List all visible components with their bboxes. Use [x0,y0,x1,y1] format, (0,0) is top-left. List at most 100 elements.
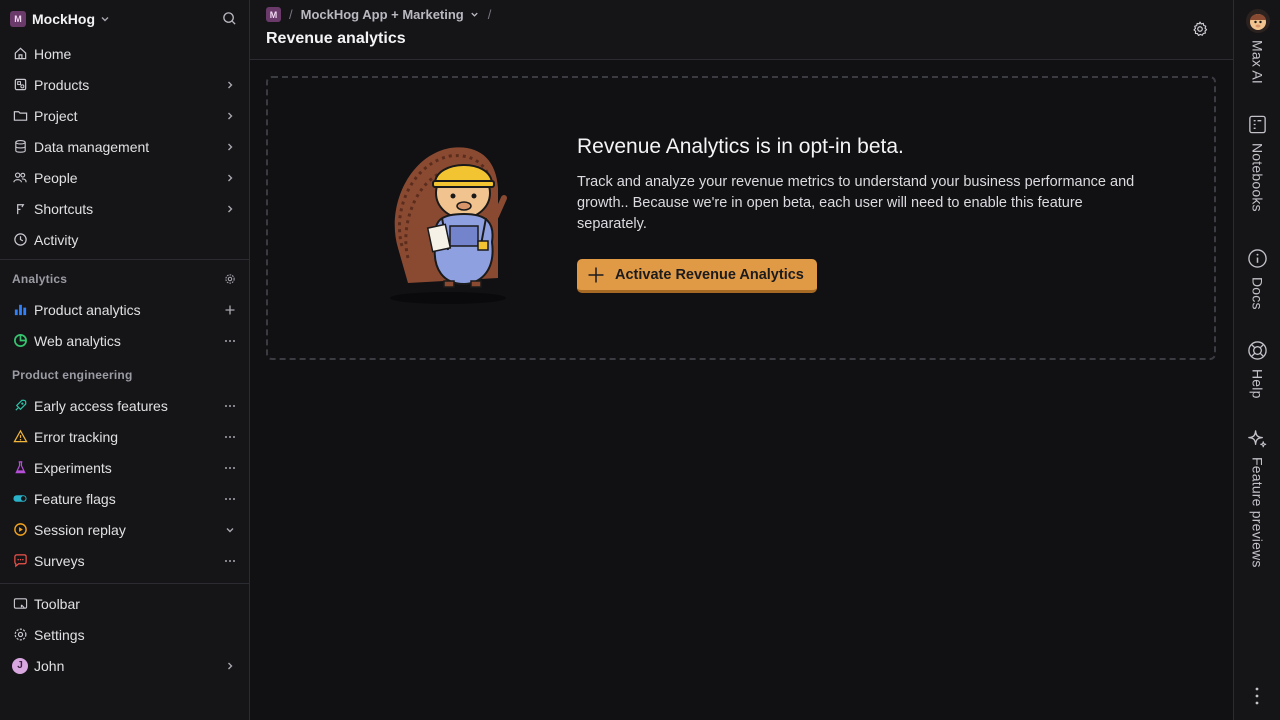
section-label: Product engineering [12,368,133,382]
rail-label: Max AI [1249,40,1266,84]
nav-settings[interactable]: Settings [0,619,249,650]
max-ai-avatar-icon [1245,9,1270,33]
right-rail: Max AI Notebooks Docs Help Feature previ… [1233,0,1280,720]
nav-label: Early access features [34,397,168,414]
more-icon[interactable] [224,400,236,412]
nav-project[interactable]: Project [0,100,249,131]
nav-early-access-features[interactable]: Early access features [0,390,249,421]
nav-label: Settings [34,626,85,643]
nav-label: Products [34,76,90,93]
nav-home[interactable]: Home [0,38,249,69]
lifebuoy-icon [1247,340,1268,361]
nav-label: Feature flags [34,490,116,507]
more-vertical-icon[interactable] [1254,686,1260,706]
gear-icon [12,627,28,643]
nav-products[interactable]: Products [0,69,249,100]
primary-nav: Home Products Project Data management Pe… [0,38,249,255]
gear-icon[interactable] [224,273,236,285]
nav-experiments[interactable]: Experiments [0,452,249,483]
hedgehog-illustration [390,147,507,304]
nav-label: Data management [34,138,150,155]
nav-feature-flags[interactable]: Feature flags [0,483,249,514]
rail-notebooks[interactable]: Notebooks [1234,114,1280,212]
nav-data-management[interactable]: Data management [0,131,249,162]
section-product-engineering: Product engineering [0,360,249,390]
nav-label: Product analytics [34,301,141,318]
org-badge: M [10,11,26,27]
nav-label: Surveys [34,552,85,569]
opt-in-description: Track and analyze your revenue metrics t… [577,174,1135,232]
rail-max-ai[interactable]: Max AI [1234,9,1280,84]
plus-icon[interactable] [224,304,236,316]
app: M MockHog Home Products Project Data man… [0,0,1280,720]
section-label: Analytics [12,272,68,286]
divider [0,259,249,260]
search-icon[interactable] [222,11,237,26]
nav-activity[interactable]: Activity [0,224,249,255]
org-switcher[interactable]: M MockHog [0,0,249,38]
warning-icon [12,429,28,445]
nav-surveys[interactable]: Surveys [0,545,249,576]
chevron-right-icon [224,110,236,122]
top-header: M / MockHog App + Marketing / Revenue an… [250,0,1233,60]
chevron-right-icon [224,141,236,153]
rail-docs[interactable]: Docs [1234,248,1280,310]
chevron-right-icon [224,172,236,184]
more-icon[interactable] [224,493,236,505]
breadcrumb: M / MockHog App + Marketing / [266,7,499,22]
avatar-wrap: J [12,657,28,674]
project-badge: M [266,7,281,22]
nav-product-analytics[interactable]: Product analytics [0,294,249,325]
rocket-icon [12,398,28,414]
nav-people[interactable]: People [0,162,249,193]
people-icon [12,170,28,186]
section-analytics: Analytics [0,264,249,294]
nav-label: Shortcuts [34,200,94,217]
more-icon[interactable] [224,431,236,443]
home-icon [12,46,28,62]
page-title: Revenue analytics [266,30,406,47]
nav-label: Error tracking [34,428,119,445]
nav-toolbar[interactable]: Toolbar [0,588,249,619]
nav-session-replay[interactable]: Session replay [0,514,249,545]
sparkle-icon [1246,428,1269,451]
pie-icon [12,333,28,349]
nav-web-analytics[interactable]: Web analytics [0,325,249,356]
nav-label: People [34,169,78,186]
more-icon[interactable] [224,462,236,474]
database-icon [12,139,28,155]
sidebar: M MockHog Home Products Project Data man… [0,0,250,720]
nav-label: Session replay [34,521,126,538]
chevron-down-icon [99,13,111,25]
more-icon[interactable] [224,335,236,347]
chevron-right-icon [224,79,236,91]
play-icon [12,522,28,538]
chevron-down-icon[interactable] [224,524,236,536]
breadcrumb-project[interactable]: MockHog App + Marketing [301,7,464,22]
nav-shortcuts[interactable]: Shortcuts [0,193,249,224]
nav-label: Toolbar [34,595,80,612]
rail-feature-previews[interactable]: Feature previews [1234,428,1280,568]
nav-label: Activity [34,231,79,248]
clock-icon [12,232,28,248]
opt-in-beta-panel: Revenue Analytics is in opt-in beta. Tra… [266,76,1216,360]
nav-user-john[interactable]: J John [0,650,249,681]
chat-icon [12,553,28,569]
more-icon[interactable] [224,555,236,567]
activate-revenue-analytics-button[interactable]: Activate Revenue Analytics [577,259,817,293]
toolbar-icon [12,596,28,612]
nav-error-tracking[interactable]: Error tracking [0,421,249,452]
nav-label: Experiments [34,459,112,476]
avatar: J [12,657,28,674]
rail-label: Help [1249,369,1266,399]
rail-help[interactable]: Help [1234,340,1280,399]
chevron-down-icon[interactable] [469,9,480,20]
notebook-icon [1247,114,1268,135]
info-icon [1247,248,1268,269]
button-label: Activate Revenue Analytics [615,266,804,283]
bar-chart-icon [12,302,28,318]
gear-icon[interactable] [1191,20,1209,38]
nav-label: Project [34,107,78,124]
breadcrumb-separator: / [289,7,293,22]
sidebar-footer: Toolbar Settings J John [0,583,249,681]
